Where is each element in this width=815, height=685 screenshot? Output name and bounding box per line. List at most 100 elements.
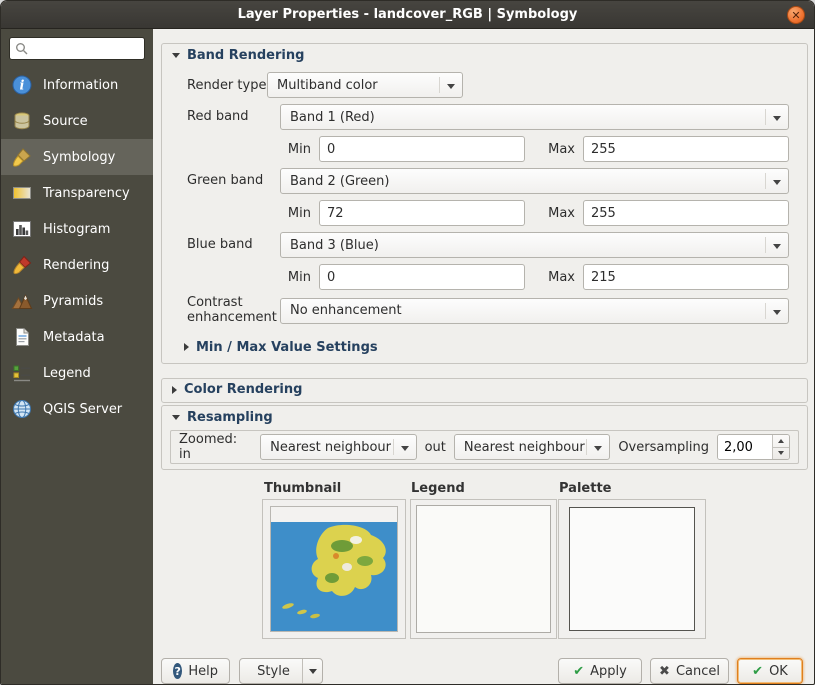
spin-up-button[interactable] — [773, 435, 789, 448]
apply-button[interactable]: ✔ Apply — [558, 658, 642, 684]
render-type-label: Render type — [187, 78, 267, 93]
sidebar-item-pyramids[interactable]: Pyramids — [1, 283, 153, 319]
green-min-input[interactable] — [319, 200, 525, 226]
ok-button[interactable]: ✔ OK — [737, 658, 803, 684]
sidebar-item-metadata[interactable]: Metadata — [1, 319, 153, 355]
search-input[interactable] — [32, 42, 139, 56]
chevron-down-icon — [309, 669, 317, 674]
blue-band-value: Band 3 (Blue) — [290, 238, 379, 253]
titlebar[interactable]: Layer Properties - landcover_RGB | Symbo… — [1, 1, 814, 29]
style-label: Style — [257, 664, 290, 679]
red-max-input[interactable] — [583, 136, 789, 162]
green-max-label: Max — [545, 206, 575, 221]
resampling-title: Resampling — [187, 410, 273, 425]
contrast-row: Contrast enhancement No enhancement — [187, 296, 789, 326]
out-label: out — [425, 440, 446, 455]
sidebar-item-rendering[interactable]: Rendering — [1, 247, 153, 283]
green-minmax-row: Min Max — [283, 200, 789, 226]
sidebar-item-histogram[interactable]: Histogram — [1, 211, 153, 247]
help-button[interactable]: ? Help — [161, 658, 230, 684]
chevron-down-icon — [778, 451, 784, 455]
red-min-input[interactable] — [319, 136, 525, 162]
contrast-value: No enhancement — [290, 303, 402, 318]
layer-properties-dialog: Layer Properties - landcover_RGB | Symbo… — [0, 0, 815, 685]
sidebar-search[interactable] — [9, 37, 145, 60]
resampling-header[interactable]: Resampling — [162, 406, 807, 425]
render-type-row: Render type Multiband color — [187, 72, 789, 98]
thumbnail-label: Thumbnail — [264, 481, 341, 496]
ok-check-icon: ✔ — [752, 664, 763, 679]
blue-max-input[interactable] — [583, 264, 789, 290]
red-band-label: Red band — [187, 110, 280, 125]
red-band-select[interactable]: Band 1 (Red) — [280, 104, 789, 130]
palette-preview-area — [569, 507, 695, 631]
cancel-button[interactable]: ✖ Cancel — [650, 658, 729, 684]
rendering-icon — [10, 253, 34, 277]
color-rendering-header[interactable]: Color Rendering — [162, 379, 807, 397]
sidebar-item-label: Source — [43, 114, 88, 129]
help-icon: ? — [173, 663, 182, 679]
minmax-settings-toggle[interactable]: Min / Max Value Settings — [184, 340, 789, 355]
metadata-icon — [10, 325, 34, 349]
green-band-label: Green band — [187, 174, 280, 189]
blue-min-label: Min — [283, 270, 311, 285]
close-button[interactable]: ✕ — [787, 6, 805, 24]
collapse-arrow-icon — [172, 53, 180, 58]
green-band-row: Green band Band 2 (Green) — [187, 168, 789, 194]
apply-label: Apply — [590, 664, 627, 679]
style-dropdown-arrow[interactable] — [302, 659, 322, 683]
sidebar-item-source[interactable]: Source — [1, 103, 153, 139]
green-min-label: Min — [283, 206, 311, 221]
symbology-icon — [10, 145, 34, 169]
blue-band-select[interactable]: Band 3 (Blue) — [280, 232, 789, 258]
green-band-value: Band 2 (Green) — [290, 174, 389, 189]
palette-box — [558, 499, 706, 639]
pyramids-icon — [10, 289, 34, 313]
zoomed-in-label: Zoomed: in — [179, 432, 252, 462]
sidebar-item-qgis-server[interactable]: QGIS Server — [1, 391, 153, 427]
sidebar-item-label: Histogram — [43, 222, 110, 237]
render-type-select[interactable]: Multiband color — [267, 72, 463, 98]
legend-preview-area — [416, 505, 551, 633]
minmax-settings-label: Min / Max Value Settings — [196, 340, 378, 355]
resampling-group: Resampling Zoomed: in Nearest neighbour … — [161, 405, 808, 470]
apply-check-icon: ✔ — [573, 664, 584, 679]
style-button[interactable]: Style — [239, 658, 323, 684]
chevron-up-icon — [778, 439, 784, 443]
blue-minmax-row: Min Max — [283, 264, 789, 290]
svg-text:i: i — [20, 79, 25, 94]
zoomed-in-value: Nearest neighbour — [270, 440, 391, 455]
search-icon — [15, 42, 28, 55]
sidebar-item-label: QGIS Server — [43, 402, 122, 417]
sidebar-item-label: Information — [43, 78, 118, 93]
zoomed-in-select[interactable]: Nearest neighbour — [260, 434, 416, 460]
red-max-label: Max — [545, 142, 575, 157]
sidebar-item-legend[interactable]: Legend — [1, 355, 153, 391]
red-band-value: Band 1 (Red) — [290, 110, 375, 125]
blue-max-label: Max — [545, 270, 575, 285]
oversampling-input[interactable] — [718, 435, 772, 459]
sidebar-item-information[interactable]: i Information — [1, 67, 153, 103]
collapse-arrow-icon — [172, 415, 180, 420]
cancel-x-icon: ✖ — [659, 664, 670, 679]
render-type-value: Multiband color — [277, 78, 378, 93]
spin-down-button[interactable] — [773, 448, 789, 460]
sidebar-item-label: Symbology — [43, 150, 115, 165]
thumbnail-box — [262, 499, 406, 639]
green-max-input[interactable] — [583, 200, 789, 226]
histogram-icon — [10, 217, 34, 241]
blue-min-input[interactable] — [319, 264, 525, 290]
red-minmax-row: Min Max — [283, 136, 789, 162]
close-icon: ✕ — [791, 10, 800, 21]
ok-label: OK — [769, 664, 788, 679]
sidebar-item-symbology[interactable]: Symbology — [1, 139, 153, 175]
sidebar-item-transparency[interactable]: Transparency — [1, 175, 153, 211]
legend-box — [410, 499, 557, 639]
contrast-select[interactable]: No enhancement — [280, 298, 789, 324]
oversampling-label: Oversampling — [618, 440, 709, 455]
zoomed-out-select[interactable]: Nearest neighbour — [454, 434, 610, 460]
band-rendering-header[interactable]: Band Rendering — [162, 44, 807, 63]
green-band-select[interactable]: Band 2 (Green) — [280, 168, 789, 194]
resampling-frame: Zoomed: in Nearest neighbour out Nearest… — [170, 430, 799, 464]
thumbnail-image — [270, 506, 398, 632]
